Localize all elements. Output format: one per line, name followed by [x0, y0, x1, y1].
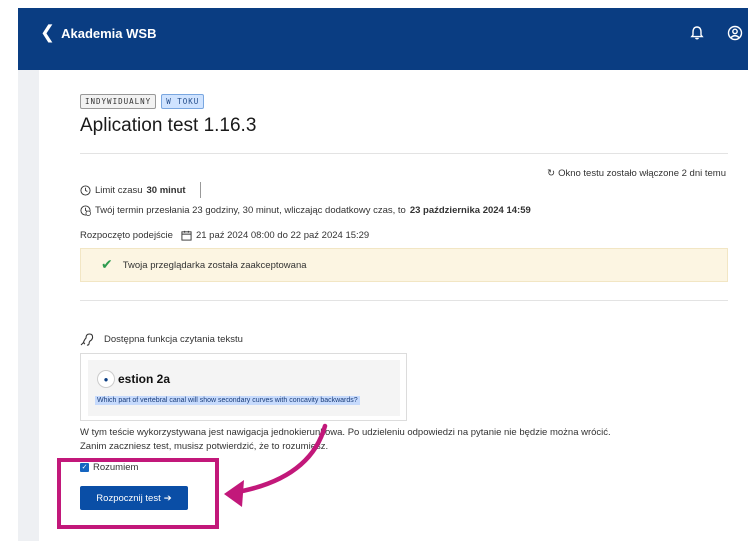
badge-in-progress: W TOKU: [161, 94, 205, 109]
window-open-info: ↻ Okno testu zostało włączone 2 dni temu: [547, 168, 726, 179]
top-bar: ❮ Akademia WSB: [18, 8, 748, 70]
clock-icon: [80, 184, 91, 196]
text-to-speech-info: Dostępna funkcja czytania tekstu: [80, 332, 243, 346]
chevron-left-icon: ❮: [40, 22, 56, 43]
time-limit-row: Limit czasu 30 minut: [80, 182, 201, 198]
divider: [80, 153, 728, 154]
divider: [80, 300, 728, 301]
preview-question-text: Which part of vertebral canal will show …: [95, 396, 360, 405]
badge-individual: INDYWIDUALNY: [80, 94, 157, 109]
preview-question-title: estion 2a: [118, 372, 171, 386]
bell-icon[interactable]: [689, 25, 705, 41]
browser-accepted-alert: ✔ Twoja przeglądarka została zaakceptowa…: [80, 248, 728, 282]
status-badges: INDYWIDUALNY W TOKU: [80, 94, 205, 109]
separator: [199, 182, 201, 198]
attempt-row: Rozpoczęto podejście 21 paź 2024 08:00 d…: [80, 230, 370, 241]
user-icon[interactable]: [727, 25, 743, 41]
page-title: Aplication test 1.16.3: [80, 115, 257, 136]
refresh-icon: ↻: [547, 168, 556, 179]
highlight-box: [57, 458, 219, 529]
clock-plus-icon: [80, 205, 91, 216]
navigation-note: W tym teście wykorzystywana jest nawigac…: [80, 427, 611, 452]
calendar-icon: [181, 230, 192, 241]
back-button[interactable]: ❮ Akademia WSB: [40, 24, 156, 42]
check-icon: ✔: [101, 257, 113, 273]
annotation-arrow: [224, 423, 328, 507]
deadline-row: Twój termin przesłania 23 godziny, 30 mi…: [80, 205, 531, 216]
cursor-icon: ●: [97, 370, 115, 388]
preview-content: estion 2a ● Which part of vertebral cana…: [88, 360, 400, 416]
question-preview-image: estion 2a ● Which part of vertebral cana…: [80, 353, 407, 421]
app-title: Akademia WSB: [61, 25, 157, 41]
ear-icon: [80, 333, 94, 346]
